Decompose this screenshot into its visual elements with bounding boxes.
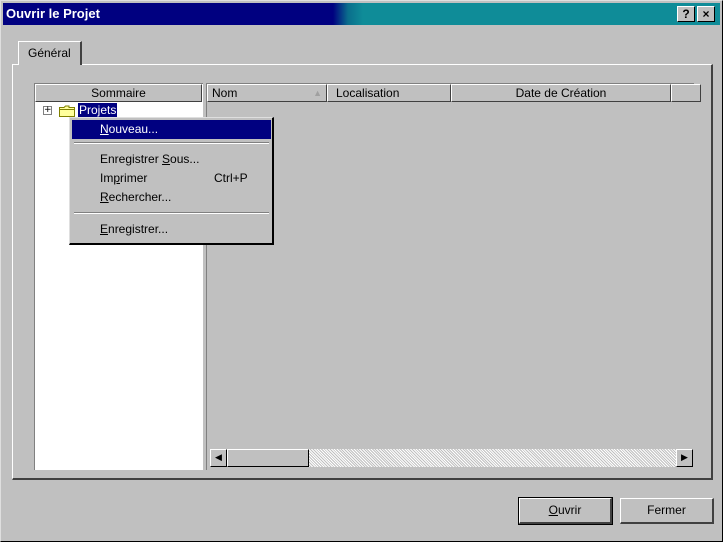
scroll-right-button[interactable]: ▶	[676, 449, 693, 467]
menu-item-label: Enregistrer Sous...	[100, 152, 200, 166]
menu-separator	[74, 142, 269, 144]
menu-item-label: Nouveau...	[100, 122, 159, 136]
tab-general[interactable]: Général	[18, 41, 82, 65]
menu-item-enregistrer[interactable]: Enregistrer...	[72, 220, 271, 239]
arrow-left-icon: ◀	[215, 453, 222, 463]
menu-item-rechercher[interactable]: Rechercher...	[72, 188, 271, 207]
dialog-window: Ouvrir le Projet ? × Général Sommaire + …	[0, 0, 723, 542]
menu-item-label: Enregistrer...	[100, 222, 169, 236]
menu-item-label: Rechercher...	[100, 190, 172, 204]
menu-shortcut-ctrl-p: Ctrl+P	[214, 171, 248, 185]
fermer-button[interactable]: Fermer	[620, 498, 714, 524]
menu-item-nouveau[interactable]: Nouveau...	[72, 120, 271, 139]
window-title: Ouvrir le Projet	[6, 6, 100, 21]
menu-separator	[74, 212, 269, 214]
menu-item-enregistrer-sous[interactable]: Enregistrer Sous...	[72, 150, 271, 169]
horizontal-scrollbar[interactable]: ◀ ▶	[210, 449, 693, 467]
tree-item-projets[interactable]: Projets	[78, 103, 118, 117]
tree-header-sommaire[interactable]: Sommaire	[35, 84, 202, 102]
open-button[interactable]: Ouvrir	[518, 497, 613, 525]
open-button-label: Ouvrir	[548, 503, 582, 517]
scroll-thumb[interactable]	[227, 449, 309, 467]
menu-item-imprimer[interactable]: Imprimer Ctrl+P	[72, 169, 271, 188]
folder-icon	[59, 105, 75, 117]
column-header-nom-label: Nom	[212, 86, 238, 100]
column-header-date-creation[interactable]: Date de Création	[451, 84, 671, 102]
tab-general-label: Général	[28, 46, 71, 60]
column-header-localisation[interactable]: Localisation	[327, 84, 451, 102]
help-button[interactable]: ?	[677, 6, 695, 22]
file-list[interactable]: Nom ▲ Localisation Date de Création ◀ ▶	[206, 83, 701, 470]
arrow-right-icon: ▶	[681, 453, 688, 463]
fermer-button-label: Fermer	[647, 503, 686, 517]
context-menu: Nouveau... Enregistrer Sous... Imprimer …	[69, 117, 274, 245]
column-header-nom[interactable]: Nom ▲	[207, 84, 327, 102]
help-icon: ?	[682, 7, 690, 21]
close-icon: ×	[702, 7, 710, 21]
expand-icon[interactable]: +	[43, 106, 52, 115]
menu-item-label: Imprimer	[100, 171, 148, 185]
scroll-left-button[interactable]: ◀	[210, 449, 227, 467]
sort-ascending-icon: ▲	[313, 88, 322, 98]
column-header-extra[interactable]	[671, 84, 701, 102]
title-bar[interactable]: Ouvrir le Projet ? ×	[3, 3, 720, 25]
close-button[interactable]: ×	[697, 6, 715, 22]
